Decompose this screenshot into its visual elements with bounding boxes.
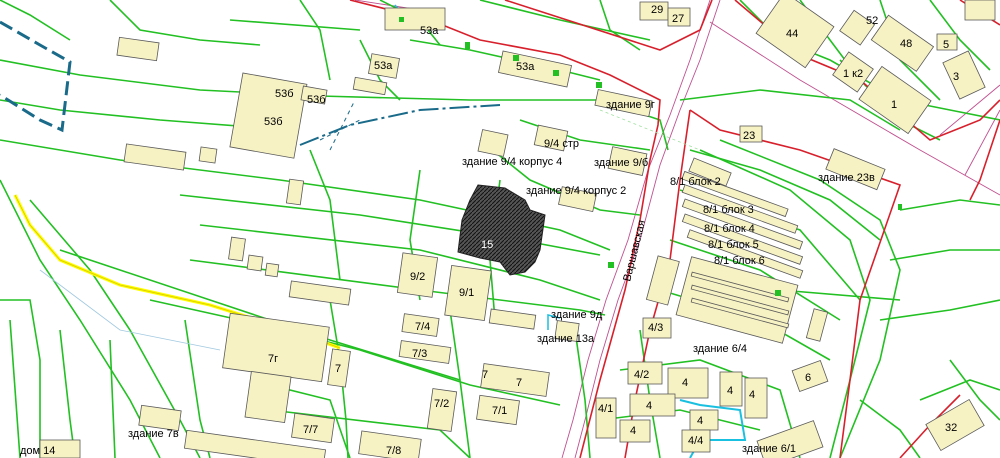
label-4-1: 4/1 [598, 403, 613, 415]
street-label-varshavskaya: Варшавская [621, 219, 648, 283]
label-29: 29 [651, 4, 663, 16]
label-7-c: 7 [516, 377, 522, 389]
label-53a-d: 53а [516, 61, 535, 73]
label-48: 48 [900, 38, 912, 50]
label-zdanie-9d: здание 9д [551, 309, 603, 321]
label-zdanie-9-4-korpus-2: здание 9/4 корпус 2 [526, 185, 626, 197]
label-32: 32 [945, 422, 957, 434]
label-4-3: 4/3 [648, 322, 663, 334]
label-7-a: 7 [335, 363, 341, 375]
label-8-1-blok-3: 8/1 блок 3 [703, 204, 754, 216]
label-zdanie-23v: здание 23в [818, 172, 875, 184]
label-1k2: 1 к2 [843, 68, 863, 80]
label-7g: 7г [268, 353, 278, 365]
label-8-1-blok-5: 8/1 блок 5 [708, 239, 759, 251]
label-4-2: 4/2 [634, 369, 649, 381]
label-zdanie-7v: здание 7в [128, 428, 179, 440]
label-9-4-str: 9/4 стр [544, 138, 579, 150]
label-7-2: 7/2 [434, 398, 449, 410]
label-zdanie-13a: здание 13а [537, 333, 595, 345]
label-6: 6 [805, 372, 811, 384]
label-9-1: 9/1 [459, 287, 474, 299]
target-building[interactable] [457, 184, 546, 276]
label-4-4: 4/4 [688, 435, 703, 447]
label-53b-a: 53б [275, 88, 294, 100]
label-zdanie-6-1: здание 6/1 [742, 443, 796, 455]
label-8-1-blok-6: 8/1 блок 6 [714, 255, 765, 267]
label-7-7: 7/7 [303, 424, 318, 436]
label-53a-top: 53а [420, 25, 439, 37]
label-7-3: 7/3 [412, 348, 427, 360]
label-5: 5 [943, 39, 949, 51]
label-4-d: 4 [646, 400, 652, 412]
label-7-4: 7/4 [415, 321, 430, 333]
label-4-c: 4 [749, 389, 755, 401]
label-7-b: 7 [482, 369, 488, 381]
label-dom-14: дом 14 [20, 445, 55, 457]
label-9-2: 9/2 [410, 271, 425, 283]
label-3: 3 [953, 71, 959, 83]
label-23: 23 [743, 130, 755, 142]
label-1: 1 [891, 99, 897, 111]
label-target-15: 15 [481, 239, 493, 251]
label-8-1-blok-2: 8/1 блок 2 [670, 176, 721, 188]
label-7-1: 7/1 [492, 405, 507, 417]
label-4-b: 4 [727, 385, 733, 397]
label-7-8: 7/8 [386, 445, 401, 457]
label-53a-c: 53а [374, 60, 393, 72]
label-53b-c: 53б [264, 116, 283, 128]
label-zdanie-6-4: здание 6/4 [693, 343, 747, 355]
label-4-f: 4 [697, 415, 703, 427]
label-52: 52 [866, 15, 878, 27]
label-8-1-blok-4: 8/1 блок 4 [704, 223, 755, 235]
label-4-a: 4 [682, 377, 688, 389]
label-zdanie-9g: здание 9г [606, 99, 655, 111]
cadastral-map[interactable]: 53а 29 27 44 52 48 5 1 к2 3 1 53б 53б 53… [0, 0, 1000, 458]
label-4-e: 4 [630, 425, 636, 437]
label-zdanie-9-4-korpus-4: здание 9/4 корпус 4 [462, 156, 562, 168]
label-27: 27 [672, 13, 684, 25]
label-53b-b: 53б [307, 94, 326, 106]
label-zdanie-9b: здание 9/б [594, 157, 648, 169]
label-44: 44 [786, 28, 798, 40]
